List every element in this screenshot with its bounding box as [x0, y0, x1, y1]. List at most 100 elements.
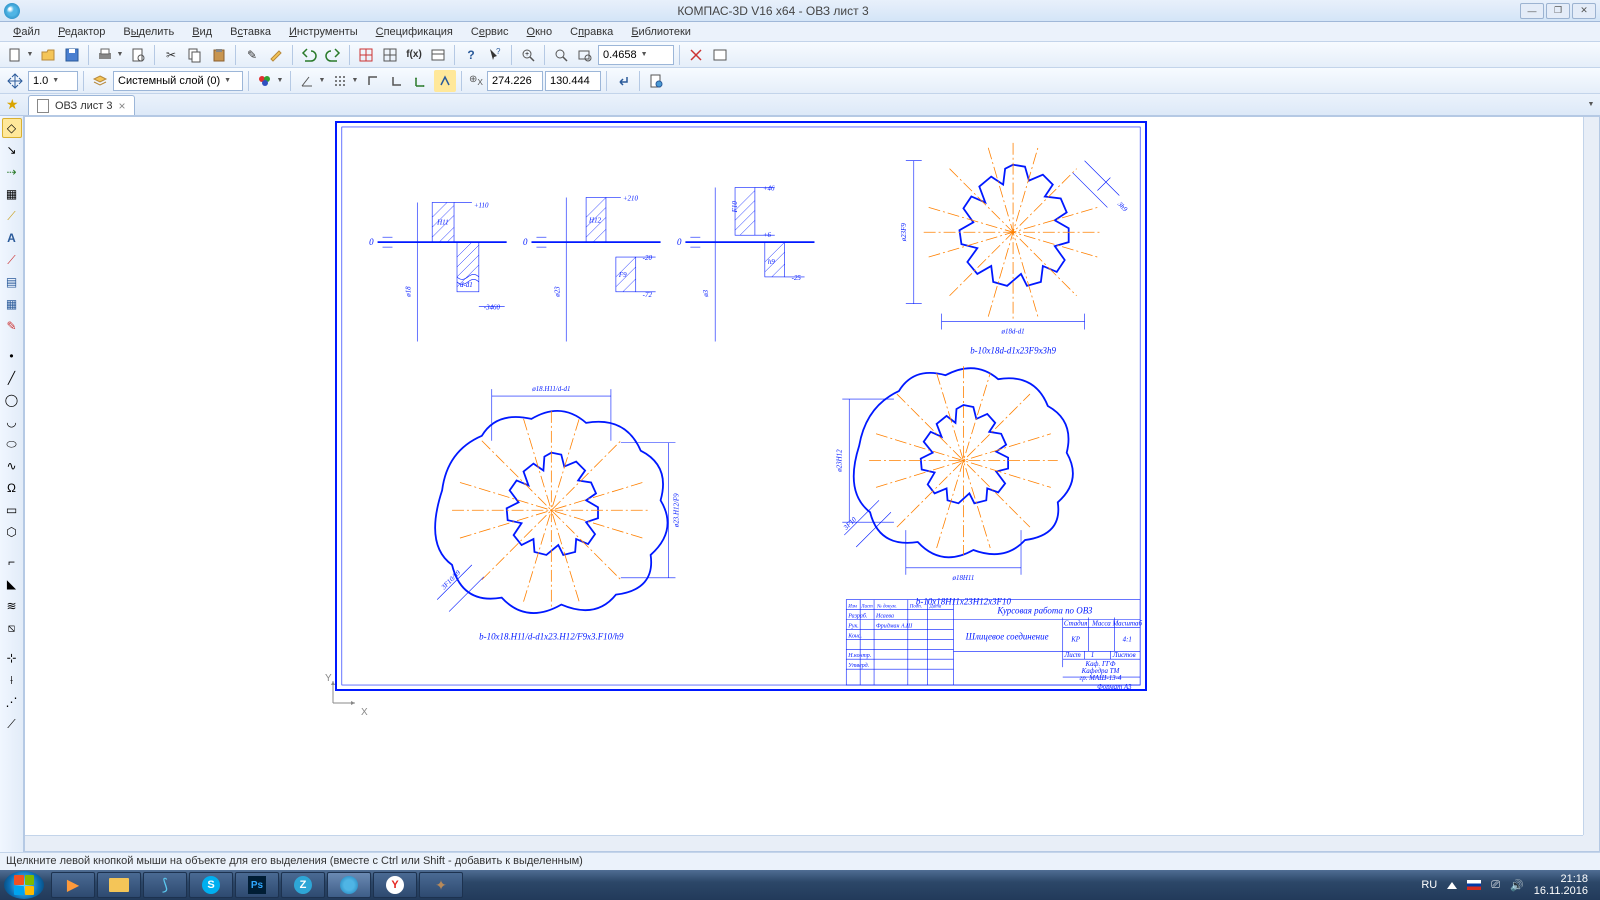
lineweight-field[interactable]: 1.0▼ [28, 71, 78, 91]
zoom-window-button[interactable] [574, 44, 596, 66]
tabs-menu[interactable]: ▼ [1586, 93, 1596, 115]
task-app3[interactable]: ✦ [419, 872, 463, 898]
tool-spline[interactable]: ∿ [2, 456, 22, 476]
task-kompas[interactable] [327, 872, 371, 898]
tool-rough[interactable]: ⟋ [2, 250, 22, 270]
tool-hatch[interactable]: ▦ [2, 184, 22, 204]
scrollbar-horizontal[interactable] [25, 835, 1583, 851]
menu-select[interactable]: Выделить [116, 24, 181, 40]
drawing-canvas[interactable]: 0 H11 +110 d-d1 -3460 ø18 [24, 116, 1600, 852]
layer-icon[interactable] [89, 70, 111, 92]
tab-close-icon[interactable]: × [119, 99, 126, 113]
close-button[interactable]: ✕ [1572, 3, 1596, 19]
tool-ellipse[interactable]: ⬭ [2, 434, 22, 454]
tool-aux3[interactable]: ⋰ [2, 692, 22, 712]
color-button[interactable] [254, 70, 276, 92]
zoom-in-button[interactable]: + [517, 44, 539, 66]
start-button[interactable] [4, 871, 44, 899]
fx-button[interactable]: f(x) [403, 44, 425, 66]
menu-window[interactable]: Окно [520, 24, 560, 40]
preview-button[interactable] [127, 44, 149, 66]
help-icon[interactable]: ? [460, 44, 482, 66]
param-button[interactable] [434, 70, 456, 92]
tool-hatch2[interactable]: ⧅ [2, 618, 22, 638]
tray-flag-icon[interactable] [1467, 880, 1481, 890]
tray-volume-icon[interactable]: 🔊 [1510, 879, 1524, 892]
task-app2[interactable]: Z [281, 872, 325, 898]
task-photoshop[interactable]: Ps [235, 872, 279, 898]
angle-button[interactable] [296, 70, 318, 92]
zoom-fit-button[interactable] [550, 44, 572, 66]
ortho-button[interactable] [362, 70, 384, 92]
tray-clock[interactable]: 21:18 16.11.2016 [1534, 873, 1588, 897]
tool-fillet[interactable]: ⌐ [2, 552, 22, 572]
menu-edit[interactable]: Редактор [51, 24, 112, 40]
open-button[interactable] [37, 44, 59, 66]
print-button[interactable] [94, 44, 116, 66]
paste-button[interactable] [208, 44, 230, 66]
tool-chamfer[interactable]: ◣ [2, 574, 22, 594]
whats-this-button[interactable]: ? [484, 44, 506, 66]
tool-table[interactable]: ▤ [2, 272, 22, 292]
undo-button[interactable] [298, 44, 320, 66]
tool-circle[interactable]: ◯ [2, 390, 22, 410]
tool-rect[interactable]: ▭ [2, 500, 22, 520]
copy-button[interactable] [184, 44, 206, 66]
tool-line[interactable]: ⇢ [2, 162, 22, 182]
task-wmp[interactable]: ▶ [51, 872, 95, 898]
grid-dots-button[interactable] [329, 70, 351, 92]
menu-tools[interactable]: Инструменты [282, 24, 365, 40]
local-cs-button[interactable] [410, 70, 432, 92]
task-app1[interactable]: ⟆ [143, 872, 187, 898]
zoom-field[interactable]: 0.4658▼ [598, 45, 674, 65]
tool-aux4[interactable]: ⟋ [2, 714, 22, 734]
task-explorer[interactable] [97, 872, 141, 898]
tool-dot[interactable]: • [2, 346, 22, 366]
tool-polygon[interactable]: ⬡ [2, 522, 22, 542]
tray-network-icon[interactable]: ⎚ [1491, 879, 1500, 892]
tool-text[interactable]: A [2, 228, 22, 248]
tray-lang[interactable]: RU [1421, 879, 1437, 891]
tool-offset[interactable]: ≋ [2, 596, 22, 616]
tray-overflow-icon[interactable] [1447, 882, 1457, 889]
layers-window-button[interactable] [709, 44, 731, 66]
maximize-button[interactable]: ❐ [1546, 3, 1570, 19]
menu-service[interactable]: Сервис [464, 24, 516, 40]
grid-red-button[interactable] [355, 44, 377, 66]
new-dropdown[interactable]: ▼ [25, 44, 35, 66]
menu-file[interactable]: Файл [6, 24, 47, 40]
grid-button[interactable] [379, 44, 401, 66]
tool-edit[interactable]: ✎ [2, 316, 22, 336]
task-skype[interactable]: S [189, 872, 233, 898]
favorites-icon[interactable]: ★ [6, 96, 22, 112]
coord-y-input[interactable] [545, 71, 601, 91]
scrollbar-vertical[interactable] [1583, 117, 1599, 835]
menu-insert[interactable]: Вставка [223, 24, 278, 40]
color-dropdown[interactable]: ▼ [275, 70, 285, 92]
menu-view[interactable]: Вид [185, 24, 219, 40]
tool-dimension[interactable]: ⟋ [2, 206, 22, 226]
minimize-button[interactable]: — [1520, 3, 1544, 19]
vars-button[interactable] [427, 44, 449, 66]
save-button[interactable] [61, 44, 83, 66]
new-button[interactable] [4, 44, 26, 66]
doc-props-button[interactable] [645, 70, 667, 92]
cut-button[interactable]: ✂ [160, 44, 182, 66]
task-yandex[interactable]: Y [373, 872, 417, 898]
tool-aux1[interactable]: ⊹ [2, 648, 22, 668]
menu-libs[interactable]: Библиотеки [624, 24, 698, 40]
copy-props-button[interactable] [265, 44, 287, 66]
style-button[interactable]: ✎ [241, 44, 263, 66]
menu-help[interactable]: Справка [563, 24, 620, 40]
layer-field[interactable]: Системный слой (0)▼ [113, 71, 243, 91]
tool-aux2[interactable]: ⟊ [2, 670, 22, 690]
tab-document[interactable]: ОВЗ лист 3 × [28, 95, 135, 115]
print-dropdown[interactable]: ▼ [115, 44, 125, 66]
menu-spec[interactable]: Спецификация [369, 24, 460, 40]
tool-point[interactable]: ↘ [2, 140, 22, 160]
tool-spec[interactable]: ▦ [2, 294, 22, 314]
ortho2-button[interactable] [386, 70, 408, 92]
enter-button[interactable] [612, 70, 634, 92]
tool-geometry[interactable]: ◇ [2, 118, 22, 138]
snap-button[interactable] [4, 70, 26, 92]
